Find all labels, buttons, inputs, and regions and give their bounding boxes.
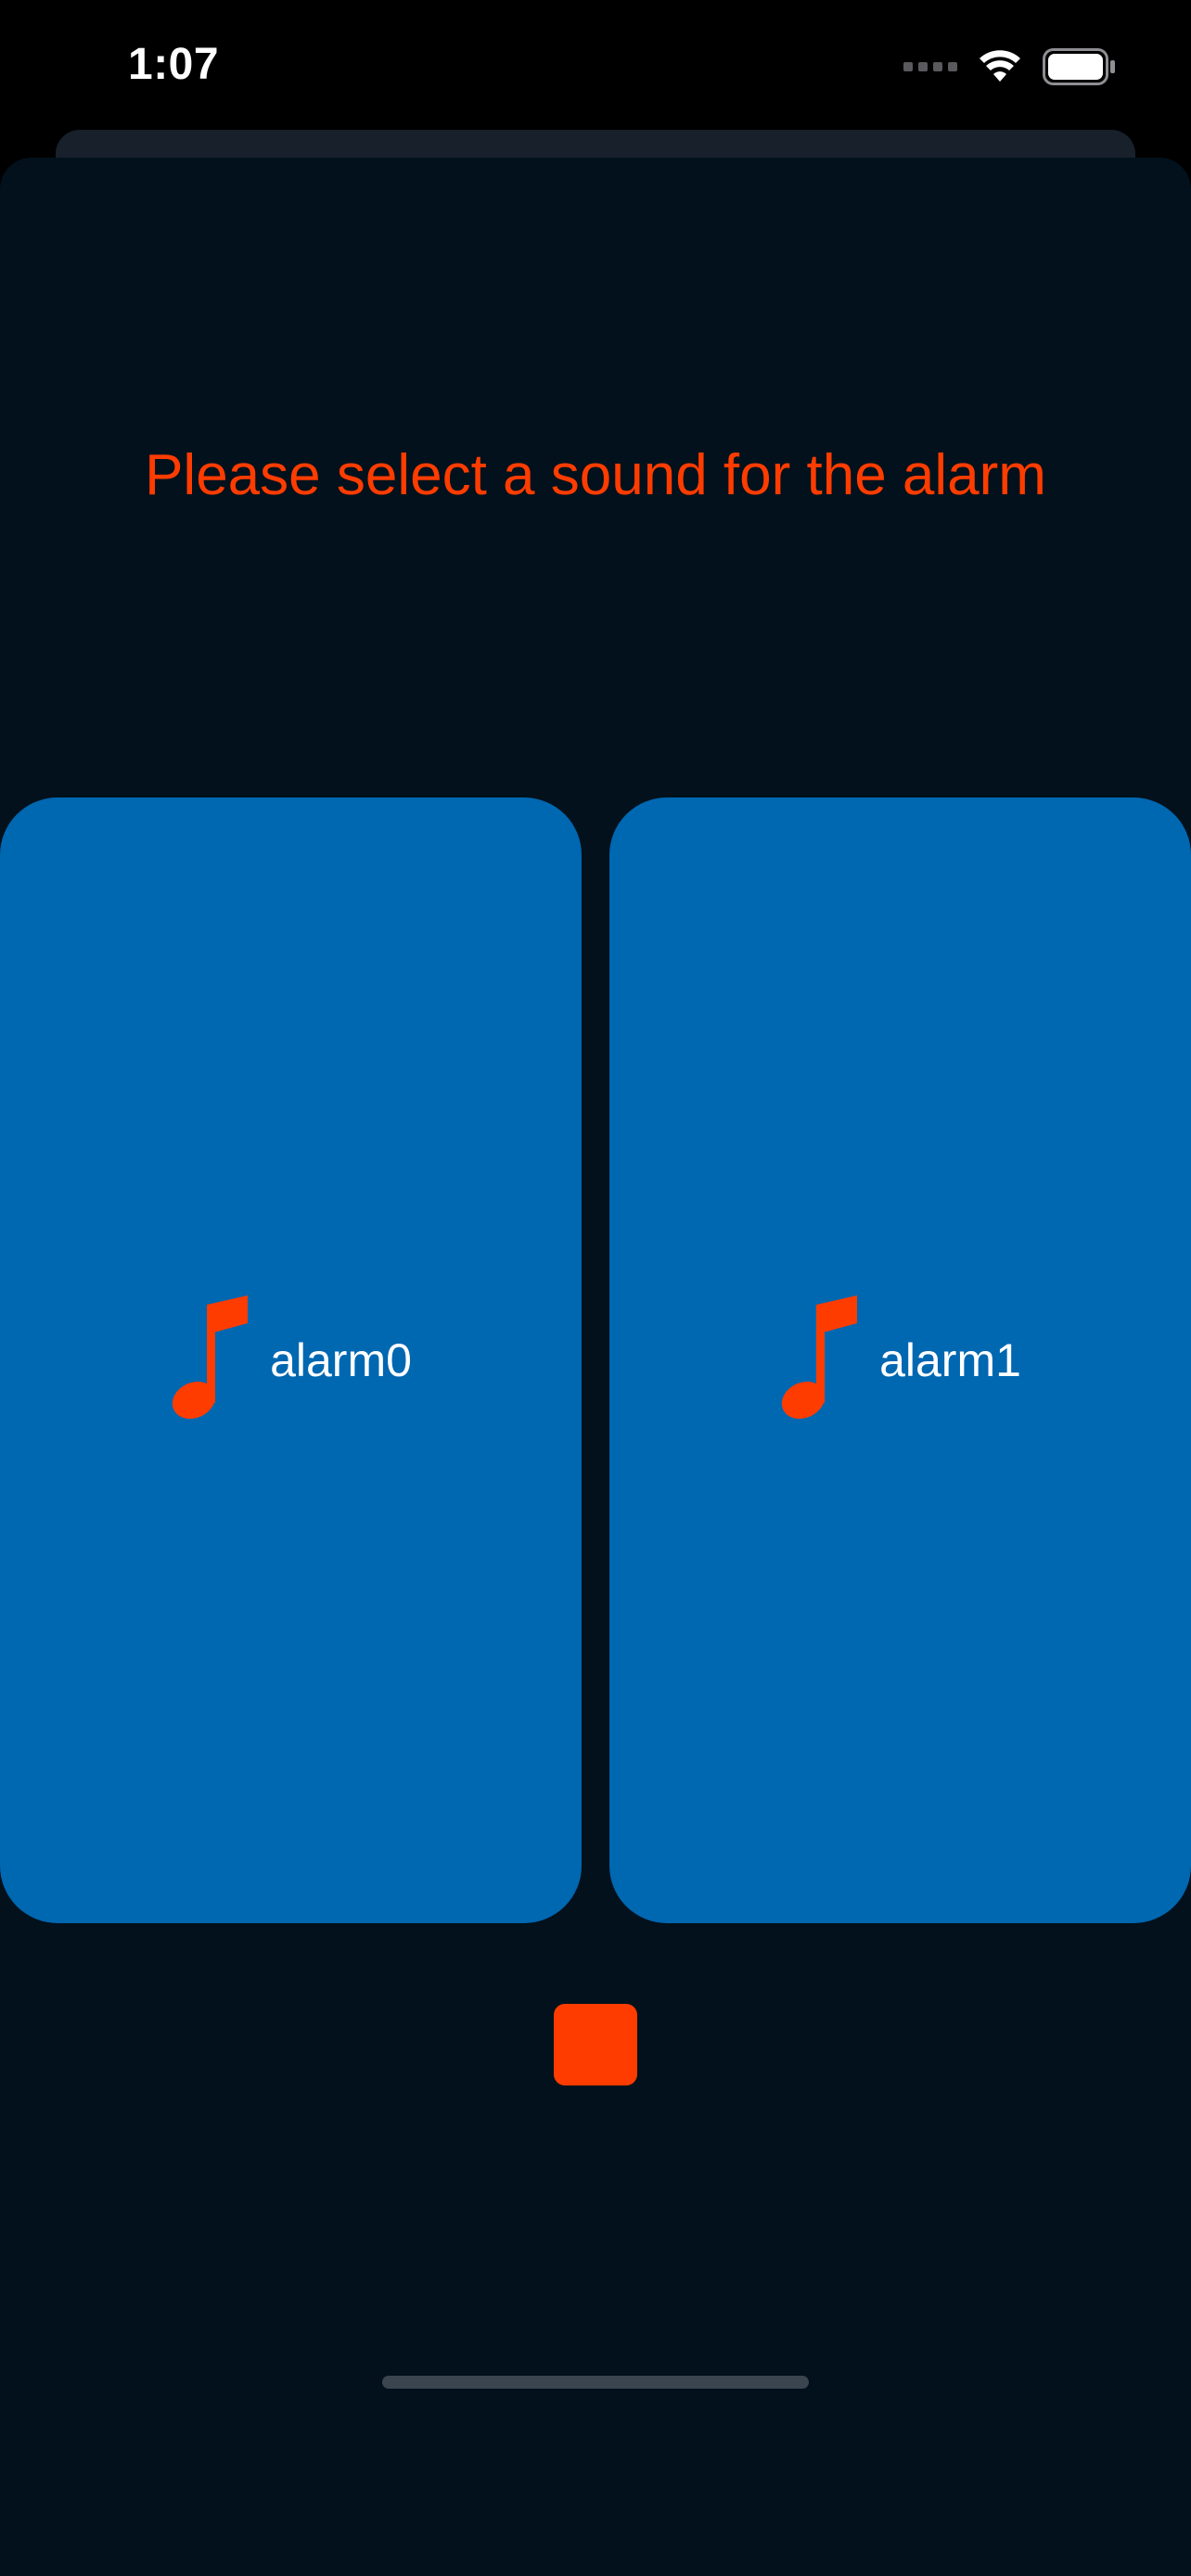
stop-icon[interactable] (554, 2004, 637, 2085)
sound-label: alarm0 (270, 1334, 412, 1386)
sound-option-alarm0[interactable]: alarm0 (0, 797, 582, 1923)
status-time: 1:07 (128, 40, 220, 89)
signal-icon (903, 62, 957, 71)
home-indicator[interactable] (382, 2376, 809, 2389)
sound-label: alarm1 (879, 1334, 1021, 1386)
battery-icon (1043, 48, 1117, 85)
wifi-icon (978, 50, 1022, 83)
sound-option-alarm1[interactable]: alarm1 (609, 797, 1191, 1923)
sound-picker-sheet: Please select a sound for the alarm alar… (0, 158, 1191, 2576)
sound-options: alarm0 alarm1 (0, 797, 1191, 1923)
screen: 1:07 Please select a sound for the alarm (0, 0, 1191, 2576)
music-note-icon (170, 1295, 250, 1425)
music-note-icon (779, 1295, 859, 1425)
status-icons (903, 46, 1117, 87)
page-title: Please select a sound for the alarm (145, 443, 1046, 507)
